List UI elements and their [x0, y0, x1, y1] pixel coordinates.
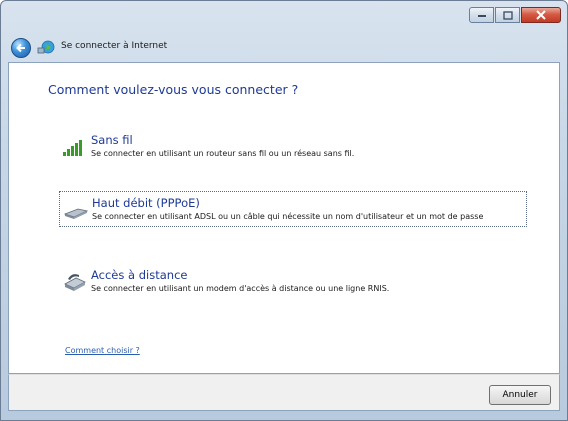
connect-wizard-window: Se connecter à Internet Comment voulez-v… — [0, 0, 568, 421]
close-icon — [536, 10, 546, 20]
wireless-signal-icon — [63, 140, 82, 156]
option-wireless-title: Sans fil — [91, 133, 133, 147]
option-broadband-description: Se connecter en utilisant ADSL ou un câb… — [92, 212, 484, 221]
option-broadband-title: Haut débit (PPPoE) — [92, 196, 200, 210]
option-wireless[interactable]: Sans fil Se connecter en utilisant un ro… — [59, 129, 527, 163]
wizard-footer: Annuler — [8, 374, 560, 411]
option-dialup-description: Se connecter en utilisant un modem d'acc… — [91, 284, 390, 293]
option-dialup-title: Accès à distance — [91, 268, 188, 282]
option-dialup[interactable]: Accès à distance Se connecter en utilisa… — [59, 264, 527, 298]
close-button[interactable] — [521, 7, 561, 23]
window-title: Se connecter à Internet — [61, 41, 168, 51]
maximize-button[interactable] — [495, 7, 520, 23]
dialup-modem-icon — [64, 274, 86, 291]
back-button[interactable] — [11, 38, 31, 58]
help-choose-link[interactable]: Comment choisir ? — [65, 346, 140, 355]
option-wireless-description: Se connecter en utilisant un routeur san… — [91, 149, 355, 158]
back-arrow-icon — [16, 43, 25, 53]
title-bar[interactable]: Se connecter à Internet — [1, 1, 567, 61]
minimize-button[interactable] — [469, 7, 494, 23]
minimize-icon — [477, 15, 486, 17]
maximize-icon — [502, 10, 513, 20]
broadband-modem-icon — [64, 208, 88, 219]
window-controls — [469, 7, 561, 23]
wizard-content: Comment voulez-vous vous connecter ? San… — [8, 62, 560, 374]
network-globe-icon — [37, 40, 55, 54]
page-heading: Comment voulez-vous vous connecter ? — [48, 82, 299, 97]
cancel-button[interactable]: Annuler — [489, 385, 551, 405]
option-broadband[interactable]: Haut débit (PPPoE) Se connecter en utili… — [59, 191, 527, 227]
